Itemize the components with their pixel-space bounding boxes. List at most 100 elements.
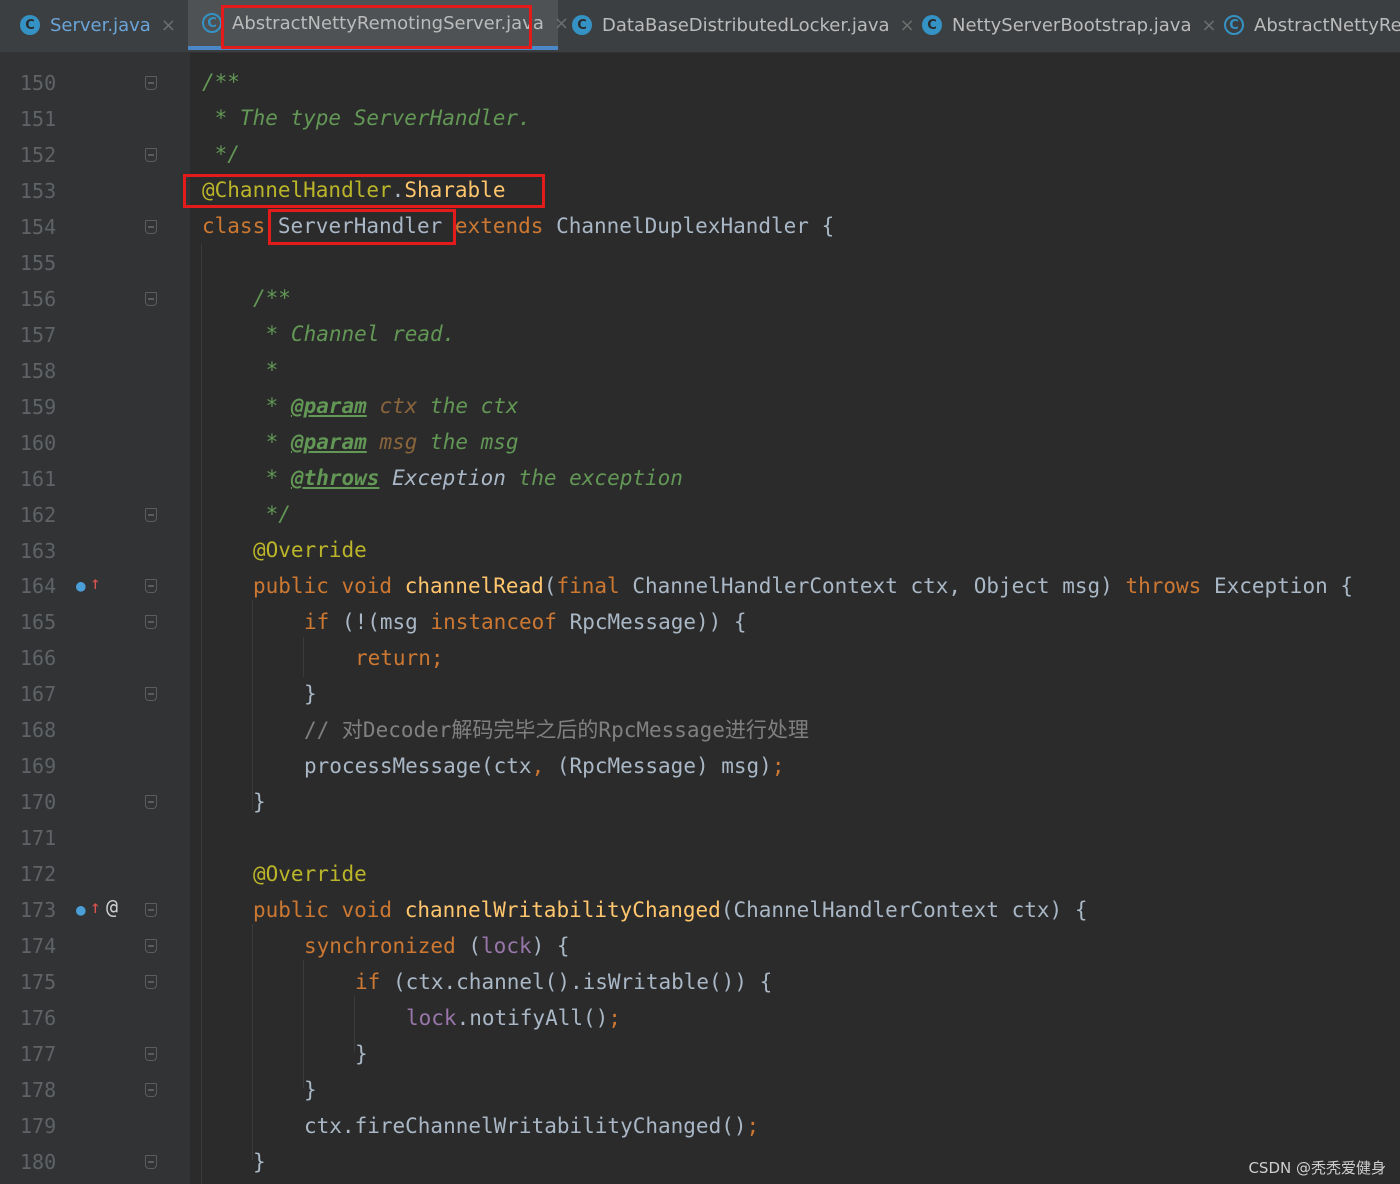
close-icon[interactable]: × <box>900 15 915 36</box>
close-icon[interactable]: × <box>554 13 569 34</box>
tab-label: Server.java <box>50 14 151 36</box>
code-line-157: * Channel read. <box>253 322 456 346</box>
code-line-156: /** <box>253 286 291 310</box>
override-method-icon[interactable]: ● <box>76 899 86 921</box>
doc-text: the exception <box>518 466 683 490</box>
fold-marker-icon[interactable] <box>145 687 157 701</box>
code-line-152: */ <box>202 142 240 166</box>
params: ChannelHandlerContext ctx, Object msg) <box>632 574 1113 598</box>
indent-guide <box>303 960 304 1088</box>
line-number: 164 <box>20 574 57 598</box>
code-line-174: synchronized (lock) { <box>304 932 570 960</box>
tab-abstract-netty-remoting-truncated[interactable]: C AbstractNettyRer <box>1224 0 1400 50</box>
code-line-175: if (ctx.channel().isWritable()) { <box>355 968 772 996</box>
editor-tab-bar: C Server.java × C AbstractNettyRemotingS… <box>0 0 1400 53</box>
keyword: if <box>355 970 381 994</box>
expression: ctx.fireChannelWritabilityChanged() <box>304 1114 747 1138</box>
code-line-162: */ <box>253 502 291 526</box>
tab-label: DataBaseDistributedLocker.java <box>602 14 890 36</box>
paren: ( <box>543 574 557 598</box>
code-line-151: * The type ServerHandler. <box>202 106 531 130</box>
line-number: 173 <box>20 898 57 922</box>
keyword: synchronized <box>304 934 456 958</box>
fold-marker-icon[interactable] <box>145 939 157 953</box>
code-line-160: * @param msg the msg <box>253 428 519 456</box>
line-number: 157 <box>20 323 57 347</box>
doc-exception-type: Exception <box>392 466 506 490</box>
fold-marker-icon[interactable] <box>145 975 157 989</box>
code-line-165: if (!(msg instanceof RpcMessage)) { <box>304 608 747 636</box>
doc-param-name: ctx <box>379 394 418 418</box>
fold-marker-icon[interactable] <box>145 615 157 629</box>
fold-marker-icon[interactable] <box>145 76 157 90</box>
line-number: 162 <box>20 503 57 527</box>
line-number: 179 <box>20 1114 57 1138</box>
expression: (!(msg <box>341 610 418 634</box>
close-icon[interactable]: × <box>1202 15 1217 36</box>
arrow-up-icon[interactable]: ↑ <box>90 573 101 595</box>
code-line-158: * <box>253 358 279 382</box>
line-number-gutter: 150 151 152 153 154 155 156 157 158 159 … <box>10 52 190 1184</box>
line-number: 159 <box>20 395 57 419</box>
fold-marker-icon[interactable] <box>145 508 157 522</box>
code-line-168: // 对Decoder解码完毕之后的RpcMessage进行处理 <box>304 718 809 742</box>
fold-marker-icon[interactable] <box>145 220 157 234</box>
line-number: 175 <box>20 970 57 994</box>
tab-netty-server-bootstrap[interactable]: C NettyServerBootstrap.java × <box>922 0 1217 50</box>
keyword: class <box>202 214 266 238</box>
override-method-icon[interactable]: ● <box>76 575 86 597</box>
line-number: 169 <box>20 754 57 778</box>
fold-marker-icon[interactable] <box>145 579 157 593</box>
code-line-173: public void channelWritabilityChanged(Ch… <box>253 896 1087 924</box>
close-icon[interactable]: × <box>161 15 176 36</box>
at-sign-icon[interactable]: @ <box>106 896 118 918</box>
method-name: channelWritabilityChanged <box>404 898 721 922</box>
tab-server-java[interactable]: C Server.java × <box>20 0 190 50</box>
keyword: public void <box>253 574 393 598</box>
expression: .notifyAll() <box>456 1006 609 1030</box>
doc-tag: @throws <box>290 466 380 490</box>
code-line-164: public void channelRead(final ChannelHan… <box>253 572 1353 600</box>
comma: , <box>531 754 545 778</box>
arrow-up-icon[interactable]: ↑ <box>90 897 101 919</box>
abstract-class-icon: C <box>1224 15 1244 35</box>
code-line-161: * @throws Exception the exception <box>253 464 683 492</box>
code-line-169: processMessage(ctx, (RpcMessage) msg); <box>304 752 784 780</box>
fold-marker-icon[interactable] <box>145 795 157 809</box>
doc-star: * <box>253 430 291 454</box>
expression: (ctx.channel().isWritable()) { <box>392 970 773 994</box>
params: (ChannelHandlerContext ctx) { <box>720 898 1088 922</box>
line-number: 153 <box>20 179 57 203</box>
line-number: 161 <box>20 467 57 491</box>
tab-database-distributed-locker[interactable]: C DataBaseDistributedLocker.java × <box>572 0 915 50</box>
semicolon: ; <box>746 1114 760 1138</box>
line-number: 156 <box>20 287 57 311</box>
fold-marker-icon[interactable] <box>145 148 157 162</box>
paren: ) { <box>531 934 570 958</box>
semicolon: ; <box>608 1006 621 1030</box>
doc-text: the msg <box>430 430 519 454</box>
code-line-150: /** <box>202 70 240 94</box>
line-number: 172 <box>20 862 57 886</box>
fold-marker-icon[interactable] <box>145 1083 157 1097</box>
line-number: 168 <box>20 718 57 742</box>
line-number: 166 <box>20 646 57 670</box>
code-line-167: } <box>304 682 317 706</box>
tab-label: AbstractNettyRer <box>1254 14 1400 36</box>
indent-guide <box>303 637 304 677</box>
fold-marker-icon[interactable] <box>145 292 157 306</box>
keyword: final <box>556 574 620 598</box>
fold-marker-icon[interactable] <box>145 1155 157 1169</box>
doc-star: * <box>253 466 291 490</box>
keyword: if <box>304 610 330 634</box>
tab-label: NettyServerBootstrap.java <box>952 14 1192 36</box>
highlight-box <box>221 5 532 49</box>
line-number: 151 <box>20 107 57 131</box>
field: lock <box>406 1006 457 1030</box>
line-number: 163 <box>20 539 57 563</box>
fold-marker-icon[interactable] <box>145 903 157 917</box>
line-number: 180 <box>20 1150 57 1174</box>
doc-tag: @param <box>290 394 367 418</box>
fold-marker-icon[interactable] <box>145 1047 157 1061</box>
keyword: public void <box>253 898 393 922</box>
